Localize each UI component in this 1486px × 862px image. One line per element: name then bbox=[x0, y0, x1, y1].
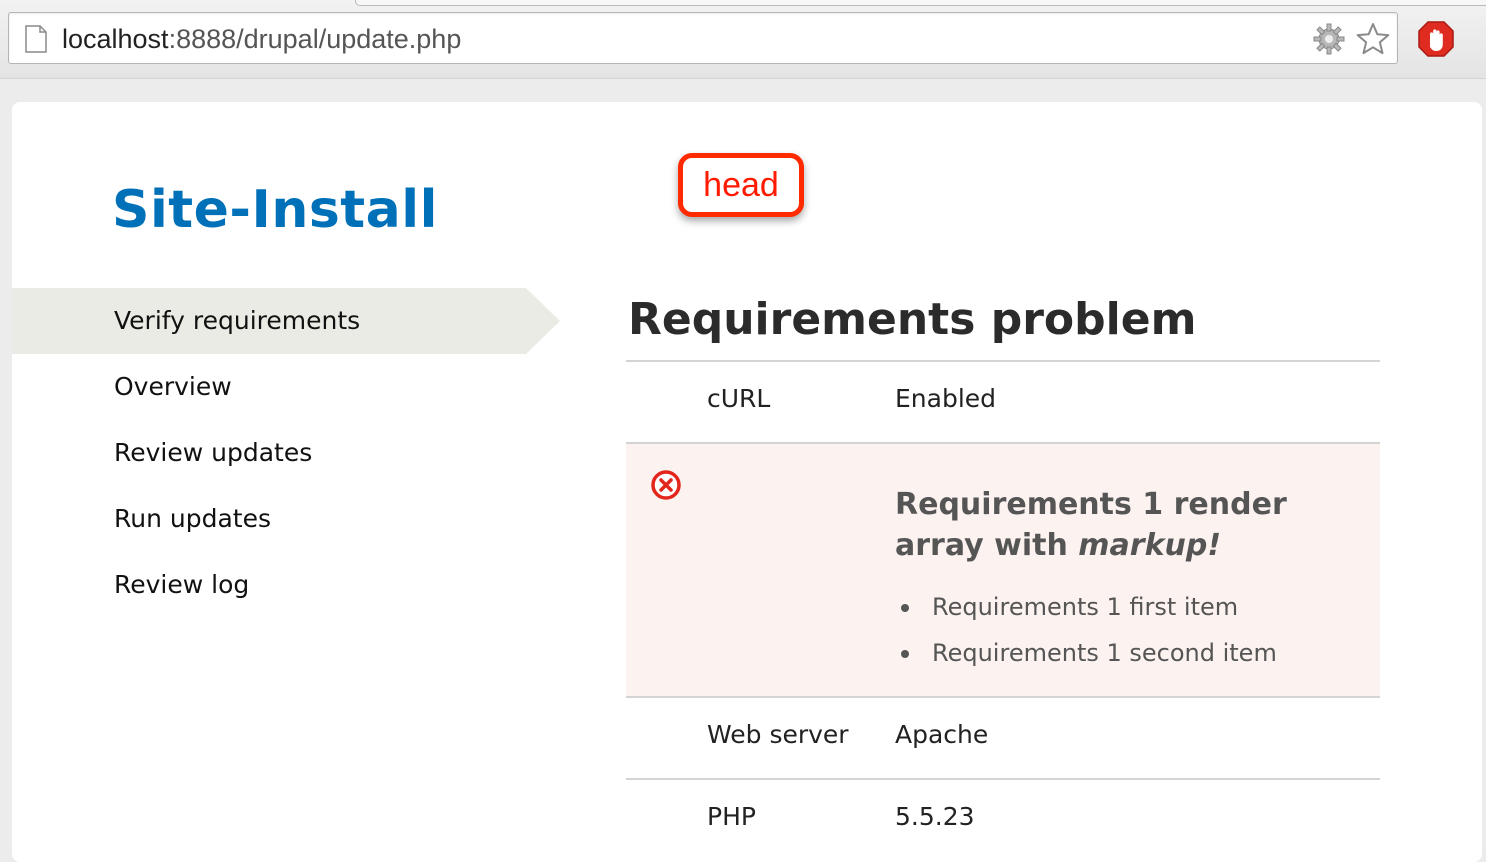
error-icon bbox=[651, 470, 681, 500]
adblock-icon[interactable] bbox=[1417, 20, 1455, 58]
site-title[interactable]: Site-Install bbox=[112, 180, 438, 240]
star-icon[interactable] bbox=[1355, 21, 1391, 57]
address-bar[interactable]: localhost:8888/drupal/update.php bbox=[8, 12, 1398, 64]
requirements-table: cURL Enabled Requirements 1 render array… bbox=[626, 360, 1380, 860]
step-verify-requirements: Verify requirements bbox=[12, 288, 560, 354]
page-content: Site-Install head Verify requirements Ov… bbox=[12, 102, 1482, 862]
step-overview: Overview bbox=[114, 372, 232, 401]
requirement-error-title: Requirements 1 render array with markup! bbox=[895, 484, 1365, 566]
page-icon bbox=[25, 25, 47, 53]
requirement-label: PHP bbox=[707, 802, 756, 831]
requirement-label: Web server bbox=[707, 720, 849, 749]
gear-icon[interactable] bbox=[1312, 22, 1346, 56]
requirement-value: 5.5.23 bbox=[895, 802, 975, 831]
address-bar-url[interactable]: localhost:8888/drupal/update.php bbox=[62, 23, 461, 55]
requirement-row-error: Requirements 1 render array with markup!… bbox=[626, 442, 1380, 696]
url-host: localhost bbox=[62, 24, 169, 54]
requirement-value: Enabled bbox=[895, 384, 997, 413]
task-list: Verify requirements Overview Review upda… bbox=[12, 288, 572, 618]
requirement-error-list: Requirements 1 first item Requirements 1… bbox=[895, 584, 1277, 676]
error-title-emphasis: markup! bbox=[1078, 528, 1222, 563]
step-run-updates: Run updates bbox=[114, 504, 271, 533]
step-review-updates: Review updates bbox=[114, 438, 313, 467]
requirement-label: cURL bbox=[707, 384, 771, 413]
page-title: Requirements problem bbox=[628, 294, 1197, 345]
browser-tab-strip bbox=[355, 0, 1486, 6]
url-path: :8888/drupal/update.php bbox=[168, 24, 462, 54]
requirement-row-curl: cURL Enabled bbox=[626, 360, 1380, 442]
error-list-item: Requirements 1 first item bbox=[895, 584, 1277, 630]
requirement-value: Apache bbox=[895, 720, 989, 749]
browser-toolbar: localhost:8888/drupal/update.php bbox=[0, 0, 1486, 79]
requirement-row-php: PHP 5.5.23 bbox=[626, 778, 1380, 860]
step-review-log: Review log bbox=[114, 570, 250, 599]
error-list-item: Requirements 1 second item bbox=[895, 630, 1277, 676]
requirement-row-web-server: Web server Apache bbox=[626, 696, 1380, 778]
annotation-head-label: head bbox=[678, 153, 804, 217]
